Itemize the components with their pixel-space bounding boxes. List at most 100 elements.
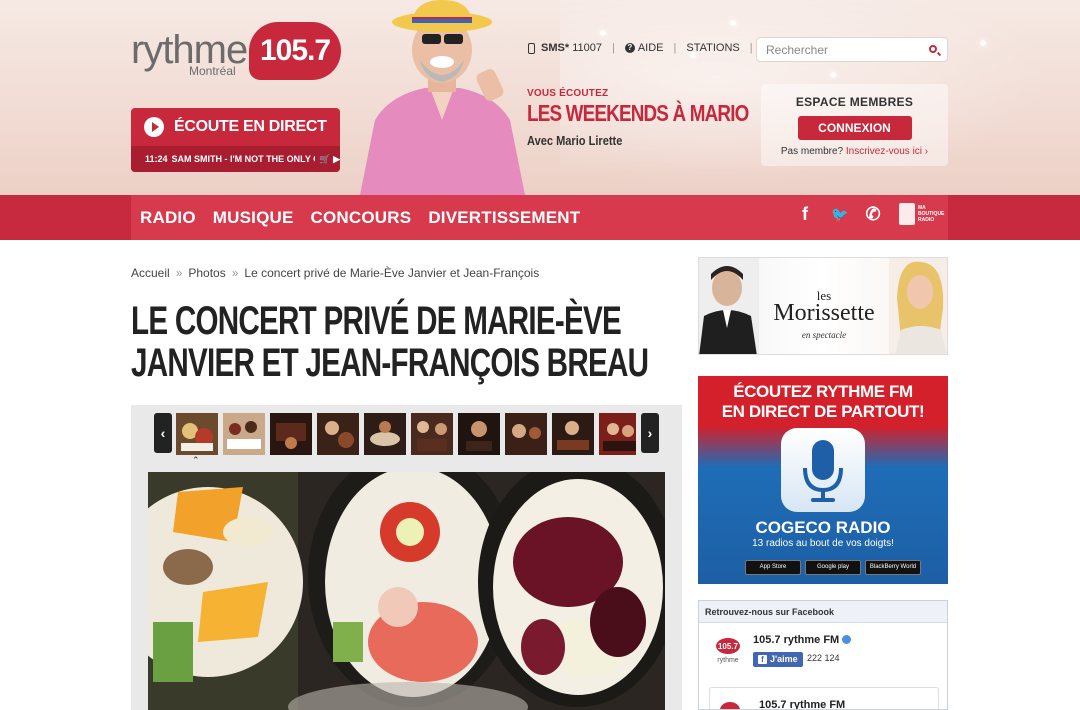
show-title: LES WEEKENDS À MARIO [527, 100, 749, 126]
microphone-app-icon [781, 428, 865, 512]
signup-prompt: Pas membre? Inscrivez-vous ici › [761, 146, 948, 157]
members-panel: ESPACE MEMBRES CONNEXION Pas membre? Ins… [761, 84, 948, 166]
gallery-main-photo [148, 472, 665, 710]
svg-text:rythme: rythme [717, 657, 739, 664]
ad-headline: ÉCOUTEZ RYTHME FM [733, 382, 913, 401]
page-title: Le concert privé de Marie-Ève Janvier et… [131, 299, 649, 385]
active-thumbnail-caret: ⌃ [192, 455, 200, 465]
listen-live-widget[interactable]: ÉCOUTE EN DIRECT 11:24 SAM SMITH - I'M N… [131, 108, 340, 172]
now-playing-track: SAM SMITH - I'M NOT THE ONLY ONE [171, 154, 316, 164]
search-icon[interactable] [929, 45, 937, 53]
stations-link[interactable]: STATIONS [686, 42, 739, 54]
phone-icon [528, 42, 535, 54]
thumbnail[interactable] [411, 413, 453, 455]
logo-frequency-badge: 105.7 [249, 22, 341, 80]
breadcrumb: Accueil » Photos » Le concert privé de Marie… [131, 266, 539, 280]
breadcrumb-separator: » [231, 266, 239, 280]
decor-light [600, 30, 606, 36]
station-logo[interactable]: 105.7 rythme [713, 635, 743, 665]
site-header: rythme Montréal 105.7 ÉCOUTE EN DIRECT 1… [0, 0, 1080, 195]
search-input[interactable] [757, 38, 917, 61]
facebook-page-name-text: 105.7 rythme FM [753, 634, 840, 646]
post-author-name[interactable]: 105.7 rythme FM [759, 699, 845, 709]
breadcrumb-home[interactable]: Accueil [131, 266, 170, 280]
now-playing-bar: 11:24 SAM SMITH - I'M NOT THE ONLY ONE 🛒… [131, 146, 340, 172]
thumbnail[interactable] [458, 413, 500, 455]
thumbnail[interactable] [176, 413, 218, 455]
help-link[interactable]: AIDE [638, 42, 664, 54]
shop-label[interactable]: MA BOUTIQUE RADIO [918, 205, 944, 223]
svg-text:105.7: 105.7 [718, 642, 739, 651]
sms-number[interactable]: 11007 [572, 42, 602, 54]
thumbnail[interactable] [364, 413, 406, 455]
nav-item-concours[interactable]: CONCOURS [311, 208, 412, 228]
thumbnail[interactable] [505, 413, 547, 455]
shopping-bag-icon[interactable] [899, 203, 915, 225]
photo-gallery: ‹ › ⌃ [131, 405, 682, 710]
nav-item-radio[interactable]: RADIO [140, 208, 196, 228]
like-count: 222 124 [807, 653, 840, 663]
facebook-icon: f [758, 655, 767, 664]
top-links: SMS* 11007 | ? AIDE | STATIONS | [528, 42, 763, 54]
ad-man-photo [699, 258, 759, 354]
cart-play-icons[interactable]: 🛒 ▶ [319, 154, 340, 165]
members-title: ESPACE MEMBRES [795, 95, 914, 109]
app-store-badge[interactable]: App Store [745, 560, 801, 575]
divider: | [673, 42, 677, 54]
facebook-like-button[interactable]: f J'aime [753, 652, 803, 667]
divider: | [611, 42, 615, 54]
ad-title: Morissette [773, 300, 875, 326]
login-button[interactable]: CONNEXION [797, 116, 912, 140]
like-label: J'aime [770, 654, 798, 664]
logo-city: Montréal [189, 64, 236, 78]
signup-link[interactable]: Inscrivez-vous ici › [846, 146, 928, 157]
social-links: f 🐦 ✆ MA BOUTIQUE RADIO [779, 203, 944, 225]
gallery-prev-button[interactable]: ‹ [154, 413, 172, 453]
ad-tagline: 13 radios au bout de vos doigts! [752, 538, 894, 549]
site-logo[interactable]: rythme Montréal 105.7 [131, 22, 346, 82]
breadcrumb-section[interactable]: Photos [188, 266, 225, 280]
divider: | [749, 42, 753, 54]
search-box [756, 37, 948, 62]
ad-headline-2: EN DIRECT DE PARTOUT! [721, 402, 925, 421]
blackberry-world-badge[interactable]: BlackBerry World [865, 560, 921, 575]
app-store-badges: App Store Google play BlackBerry World [745, 560, 925, 575]
cogeco-app-ad[interactable]: ÉCOUTEZ RYTHME FM EN DIRECT DE PARTOUT! … [698, 376, 948, 584]
nav-item-musique[interactable]: MUSIQUE [213, 208, 294, 228]
help-icon: ? [624, 43, 635, 53]
google-play-badge[interactable]: Google play [805, 560, 861, 575]
facebook-icon[interactable]: f [797, 204, 813, 225]
breadcrumb-separator: » [175, 266, 183, 280]
facebook-widget-header: Retrouvez-nous sur Facebook [699, 601, 947, 623]
thumbnail[interactable] [270, 413, 312, 455]
verified-icon [842, 635, 852, 644]
listen-live-label: ÉCOUTE EN DIRECT [174, 118, 327, 135]
ad-woman-photo [889, 258, 947, 354]
nav-item-divertissement[interactable]: DIVERTISSEMENT [428, 208, 580, 228]
host-photo [360, 0, 525, 195]
thumbnail-strip [176, 413, 636, 455]
main-nav: RADIO MUSIQUE CONCOURS DIVERTISSEMENT f … [131, 195, 948, 240]
thumbnail[interactable] [599, 413, 636, 455]
phone-icon[interactable]: ✆ [865, 204, 881, 225]
thumbnail[interactable] [223, 413, 265, 455]
sms-label: SMS* [541, 42, 570, 54]
microphone-icon [803, 440, 843, 502]
facebook-page-name[interactable]: 105.7 rythme FM [753, 634, 852, 646]
listen-live-button[interactable]: ÉCOUTE EN DIRECT [131, 108, 340, 146]
twitter-icon[interactable]: 🐦 [831, 206, 848, 223]
now-playing-time: 11:24 [145, 154, 168, 164]
ad-subtitle: en spectacle [801, 330, 847, 340]
current-show[interactable]: VOUS ÉCOUTEZ LES WEEKENDS À MARIO Avec M… [527, 88, 749, 148]
thumbnail[interactable] [317, 413, 359, 455]
post-station-logo[interactable] [719, 699, 741, 710]
breadcrumb-current: Le concert privé de Marie-Ève Janvier et… [244, 266, 540, 280]
decor-light [830, 72, 836, 78]
thumbnail[interactable] [552, 413, 594, 455]
signup-question: Pas membre? [780, 146, 844, 157]
morissette-ad[interactable]: les Morissette en spectacle [698, 257, 948, 355]
play-icon [144, 117, 164, 137]
show-host: Avec Mario Lirette [527, 133, 623, 148]
decor-light [730, 20, 736, 26]
gallery-next-button[interactable]: › [641, 413, 659, 453]
